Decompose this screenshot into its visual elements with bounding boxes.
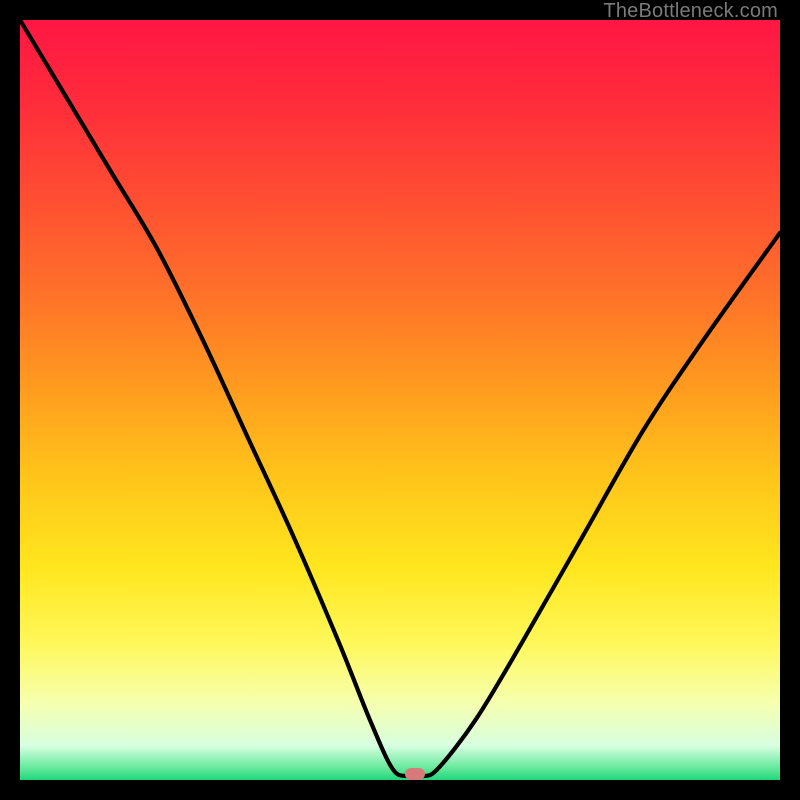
minimum-marker [405,768,425,780]
plot-area [20,20,780,780]
bottleneck-curve [20,20,780,780]
chart-frame: TheBottleneck.com [0,0,800,800]
